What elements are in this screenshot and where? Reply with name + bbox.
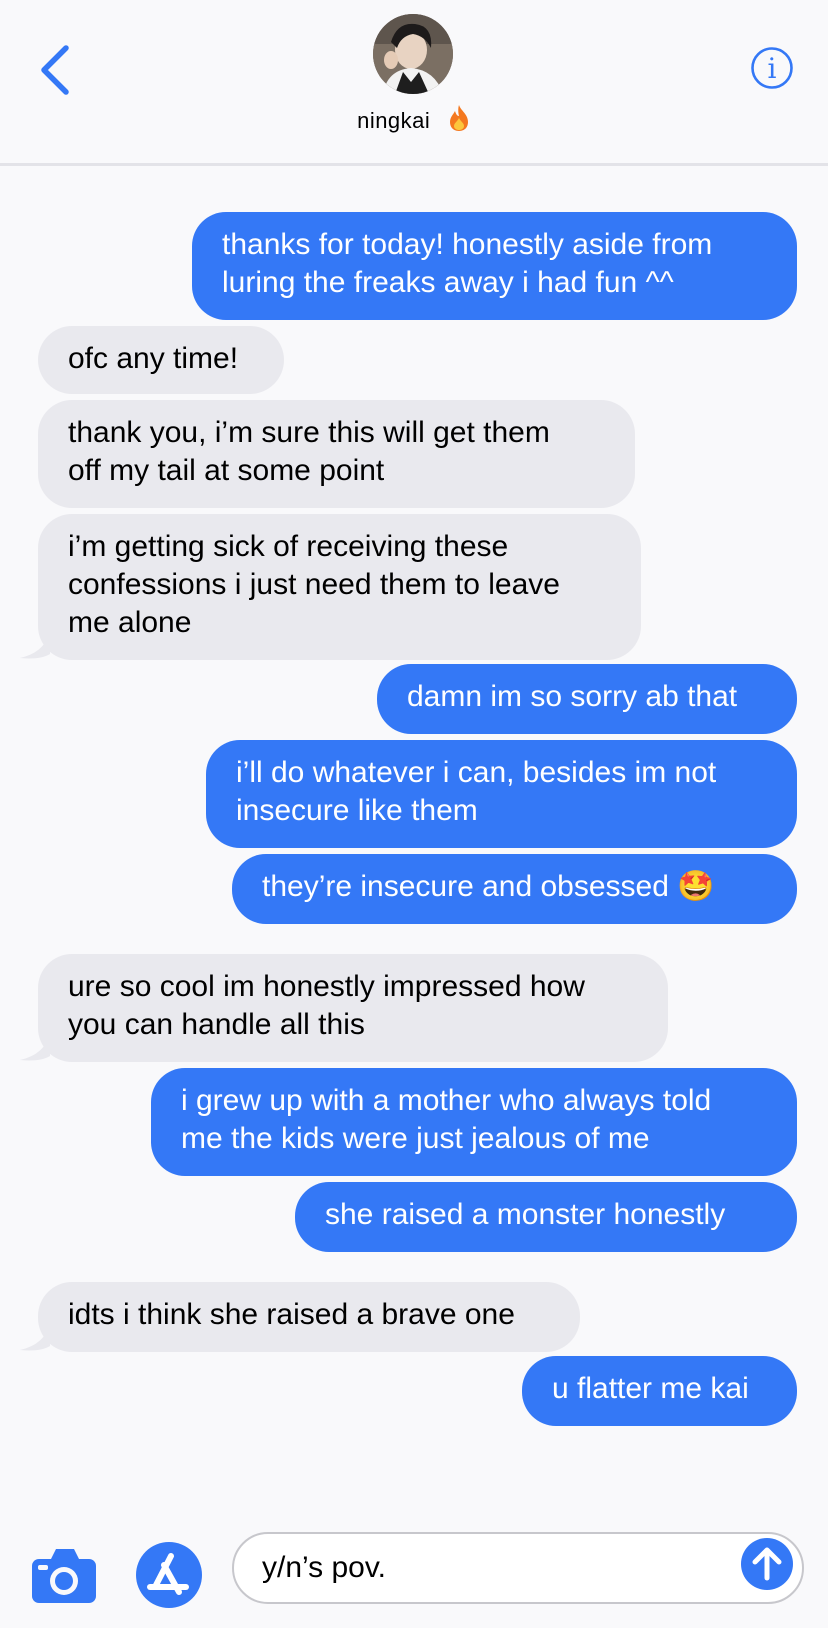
message-bubble-sent[interactable]: damn im so sorry ab that [377, 664, 797, 734]
bubble-tail [20, 630, 50, 659]
message-bubble-received[interactable]: thank you, i’m sure this will get them o… [38, 400, 635, 508]
message-bubble-received[interactable]: ofc any time! [38, 326, 284, 394]
message-bubble-sent[interactable]: she raised a monster honestly [295, 1182, 797, 1252]
message-bubble-sent[interactable]: u flatter me kai [522, 1356, 797, 1426]
message-input-container[interactable] [232, 1532, 804, 1604]
message-bubble-sent[interactable]: i’ll do whatever i can, besides im not i… [206, 740, 797, 848]
message-bubble-sent[interactable]: thanks for today! honestly aside from lu… [192, 212, 797, 320]
message-thread: thanks for today! honestly aside from lu… [0, 0, 828, 1480]
message-bubble-received[interactable]: ure so cool im honestly impressed how yo… [38, 954, 668, 1062]
message-bubble-received[interactable]: idts i think she raised a brave one [38, 1282, 580, 1352]
message-bubble-sent[interactable]: they’re insecure and obsessed 🤩 [232, 854, 797, 924]
message-input[interactable] [262, 1547, 722, 1589]
camera-icon[interactable] [30, 1545, 98, 1605]
bubble-tail [20, 1322, 50, 1351]
message-bubble-sent[interactable]: i grew up with a mother who always told … [151, 1068, 797, 1176]
app-store-icon[interactable] [134, 1542, 204, 1608]
send-arrow-icon[interactable] [741, 1538, 793, 1590]
bubble-tail [20, 1032, 50, 1061]
message-bubble-received[interactable]: i’m getting sick of receiving these conf… [38, 514, 641, 660]
